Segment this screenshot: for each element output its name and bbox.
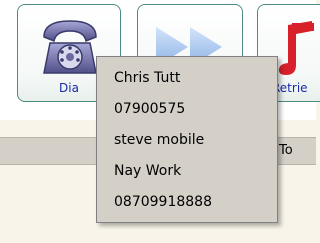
- to-label: To: [279, 143, 293, 158]
- music-note-icon: [278, 21, 314, 75]
- menu-item-contact-label[interactable]: steve mobile: [97, 125, 277, 156]
- menu-item-contact-label[interactable]: Nay Work: [97, 156, 277, 187]
- menu-item-contact-name[interactable]: Chris Tutt: [97, 63, 277, 94]
- contact-popup-menu: Chris Tutt 07900575 steve mobile Nay Wor…: [96, 56, 278, 223]
- menu-item-phone-number[interactable]: 07900575: [97, 94, 277, 125]
- telephone-icon: [43, 20, 97, 74]
- menu-item-phone-number[interactable]: 08709918888: [97, 187, 277, 218]
